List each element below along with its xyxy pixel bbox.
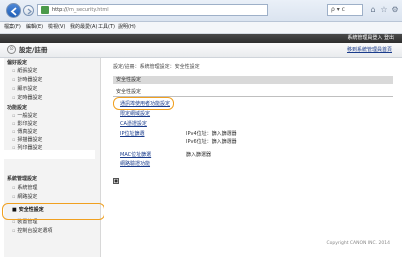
sidebar-item-general[interactable]: ▫ 一般設定 [12,113,37,120]
mac-filter-value: 篩入篩選器 [186,152,212,158]
sidebar-item-device-management[interactable]: ▫ 裝置管理 [12,219,37,226]
home-icon[interactable]: ⌂ [368,5,378,15]
address-bar[interactable]: http:///m_security.html [37,4,268,16]
domain-restriction-link[interactable]: 限定網域設定 [120,111,150,118]
address-text: http:///m_security.html [52,5,109,15]
sidebar-item-paper[interactable]: ▫ 紙張設定 [12,68,37,75]
forward-arrow-icon[interactable] [23,5,34,16]
favorites-star-icon[interactable]: ☆ [379,5,389,15]
address-prefix: http:// [52,7,68,13]
menu-favorites[interactable]: 我的最愛(A) [70,22,97,33]
copyright: Copyright CANON INC. 2014 [326,241,391,246]
subsection-header: 安全性設定 [113,89,393,97]
sidebar-item-panel-options[interactable]: ▫ 控制台設定選項 [12,228,52,235]
login-logout-links[interactable]: 系統管理員登入 登出 [347,34,394,43]
sidebar-item-display[interactable]: ▫ 顯示設定 [12,86,37,93]
sidebar-section-system: 系統管理設定 [7,176,38,182]
settings-home-icon[interactable]: ⊙ [7,45,16,54]
page-title: 設定/註冊 [19,46,48,54]
breadcrumb: 設定/註冊：系統管理設定：安全性設定 [113,64,200,70]
sidebar-item-timer[interactable]: ▫ 計時器設定 [12,77,42,84]
highlight-ring-main [113,97,174,110]
search-box[interactable]: ρ ▾ c [327,4,363,16]
browser-toolbar: http:///m_security.html ρ ▾ c ⌂ ☆ ⚙ [0,0,402,22]
sidebar-item-schedule[interactable]: ▫ 定時器設定 [12,95,42,102]
site-icon [41,6,49,14]
menu-view[interactable]: 檢視(V) [48,22,65,33]
sidebar-item-scanner[interactable]: ▫ 掃描器設定 [12,137,42,144]
ca-cert-link[interactable]: CA憑證設定 [120,121,147,128]
sidebar-item-copy[interactable]: ▫ 影印設定 [12,121,37,128]
sidebar-item-printer[interactable]: ▫ 列印器設定 [12,145,42,152]
back-arrow-icon[interactable] [6,3,21,18]
menu-file[interactable]: 檔案(F) [4,22,21,33]
menu-bar: 檔案(F) 編輯(E) 檢視(V) 我的最愛(A) 工具(T) 說明(H) [0,22,402,34]
search-icon: ρ ▾ c [331,6,345,13]
sidebar-item-network[interactable]: ▫ 網路設定 [12,194,37,201]
menu-tools[interactable]: 工具(T) [98,22,115,33]
address-path: /m_security.html [67,7,109,13]
sidebar-item-system-management[interactable]: ▫ 系統管理 [12,185,37,192]
mac-filter-link[interactable]: MAC位址篩選 [120,152,151,159]
sidebar-section-functions: 功能設定 [7,105,28,111]
sidebar-item-fax[interactable]: ▫ 傳真設定 [12,129,37,136]
ip-filter-link[interactable]: IP位址篩選 [120,131,145,138]
sidebar-section-preferences: 偏好設定 [7,60,28,66]
network-auth-link[interactable]: 網路驗證功能 [120,161,150,168]
ipv6-filter-value: IPv6位址：篩入篩選器 [186,139,237,145]
ipv4-filter-value: IPv4位址：篩入篩選器 [186,131,237,137]
admin-home-link[interactable]: 移到系統管理員首頁 [347,43,392,57]
menu-help[interactable]: 說明(H) [118,22,136,33]
section-header: 安全性設定 [113,76,393,84]
menu-edit[interactable]: 編輯(E) [26,22,43,33]
gear-icon[interactable]: ⚙ [390,5,400,15]
scroll-top-icon[interactable]: ■ [113,178,119,184]
title-bar: ⊙ 設定/註冊 移到系統管理員首頁 [0,43,402,58]
highlight-ring-sidebar [2,203,105,220]
app-top-bar: 系統管理員登入 登出 [0,34,402,43]
